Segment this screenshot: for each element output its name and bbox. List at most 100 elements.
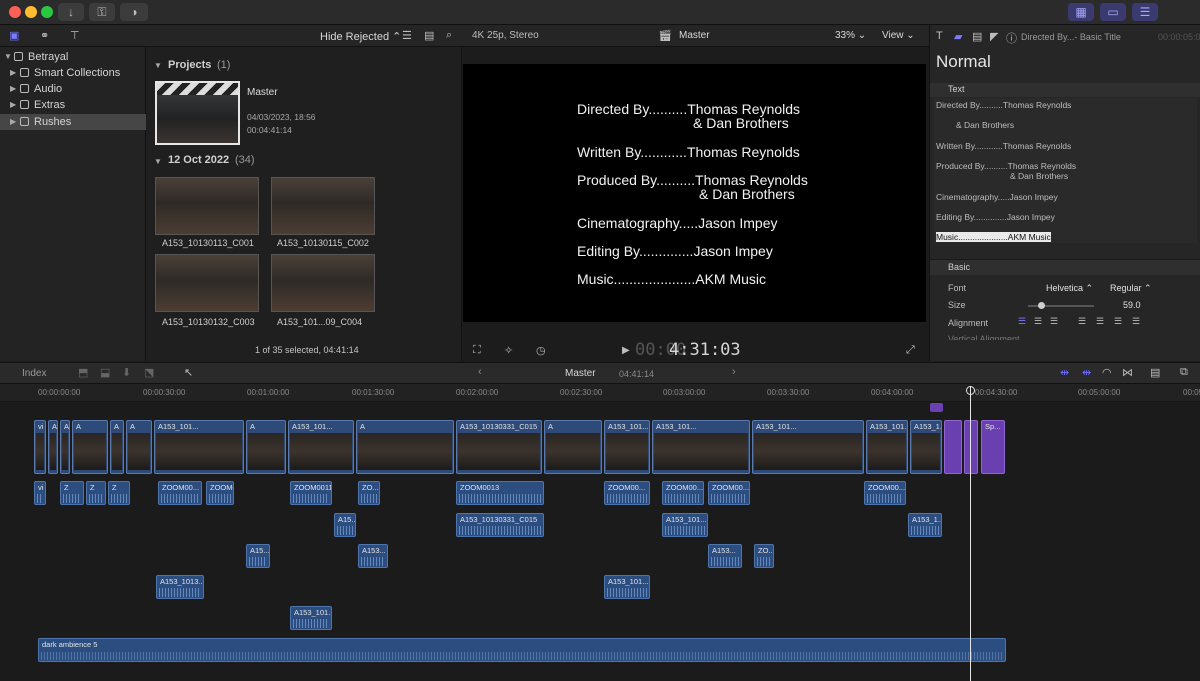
- audio-clip[interactable]: A15...: [334, 513, 356, 537]
- playhead[interactable]: [970, 386, 971, 681]
- background-tasks-button[interactable]: ◑: [120, 3, 148, 21]
- text-field[interactable]: Directed By..........Thomas Reynolds & D…: [934, 98, 1197, 243]
- audio-clip[interactable]: vi: [34, 481, 46, 505]
- zoom-popup[interactable]: 33% ⌄: [835, 30, 866, 41]
- audio-clip[interactable]: A153_10130331_C015: [456, 513, 544, 537]
- size-slider[interactable]: [1028, 302, 1094, 309]
- audio-clip[interactable]: ZOOM00...: [662, 481, 704, 505]
- disclosure-triangle-icon[interactable]: ▶: [10, 97, 16, 113]
- library-item-rushes[interactable]: ▶ Rushes: [0, 114, 146, 130]
- clip-thumbnail[interactable]: [271, 254, 375, 312]
- playhead-handle[interactable]: [966, 386, 975, 395]
- close-window-button[interactable]: [9, 6, 21, 18]
- clip-thumbnail[interactable]: [155, 177, 259, 235]
- video-clip[interactable]: A153_101...: [154, 420, 244, 474]
- music-clip[interactable]: dark ambience 5: [38, 638, 1006, 662]
- disclosure-triangle-icon[interactable]: ▼: [154, 61, 162, 70]
- select-tool-icon[interactable]: ↖: [184, 366, 193, 379]
- video-clip[interactable]: A153_10130331_C015: [456, 420, 542, 474]
- library-betrayal[interactable]: ▼ Betrayal: [0, 49, 146, 65]
- audio-clip[interactable]: A153...: [708, 544, 742, 568]
- audio-clip[interactable]: Z: [60, 481, 84, 505]
- photos-audio-icon[interactable]: ⚭: [40, 29, 49, 42]
- justify-left-icon[interactable]: ☰: [1078, 316, 1086, 327]
- solo-headphones-icon[interactable]: ◠: [1102, 366, 1112, 379]
- titles-generators-icon[interactable]: ⊤: [70, 29, 80, 42]
- preset-popup[interactable]: Normal: [936, 52, 991, 72]
- title-inspector-icon[interactable]: ▰: [954, 30, 962, 43]
- audio-skimming-icon[interactable]: ⇹: [1082, 366, 1091, 379]
- audio-clip[interactable]: ZOOM0011: [290, 481, 332, 505]
- filter-popup[interactable]: Hide Rejected ⌃: [320, 30, 401, 43]
- title-clip[interactable]: Sp...: [981, 420, 1005, 474]
- effects-browser-icon[interactable]: ⧉: [1180, 366, 1188, 379]
- audio-clip[interactable]: ZO...: [754, 544, 774, 568]
- video-clip[interactable]: A: [72, 420, 108, 474]
- clip-thumbnail[interactable]: [155, 254, 259, 312]
- inspector-toggle-button[interactable]: ☰: [1132, 3, 1158, 21]
- insert-clip-icon[interactable]: ⬓: [100, 366, 110, 379]
- audio-clip[interactable]: A15...: [246, 544, 270, 568]
- library-item-smart-collections[interactable]: ▶ Smart Collections: [0, 65, 146, 81]
- keywords-button[interactable]: ⚿: [89, 3, 115, 21]
- clip-thumbnail[interactable]: [271, 177, 375, 235]
- skimming-icon[interactable]: ⇹: [1060, 366, 1069, 379]
- clip-appearance-icon[interactable]: ▤: [1150, 366, 1160, 379]
- forward-icon[interactable]: ›: [732, 366, 736, 378]
- title-clip[interactable]: [964, 420, 978, 474]
- video-clip[interactable]: A: [126, 420, 152, 474]
- video-clip[interactable]: A153_101...: [752, 420, 864, 474]
- project-thumbnail[interactable]: [155, 81, 240, 145]
- title-clip[interactable]: [944, 420, 962, 474]
- timeline-toggle-button[interactable]: ▭: [1100, 3, 1126, 21]
- overwrite-clip-icon[interactable]: ⬔: [144, 366, 154, 379]
- disclosure-triangle-icon[interactable]: ▶: [10, 81, 16, 97]
- video-clip[interactable]: A: [60, 420, 70, 474]
- video-clip[interactable]: A: [356, 420, 454, 474]
- connect-clip-icon[interactable]: ⬒: [78, 366, 88, 379]
- slider-knob[interactable]: [1038, 302, 1045, 309]
- view-menu[interactable]: View ⌄: [882, 30, 915, 41]
- import-button[interactable]: ↓: [58, 3, 84, 21]
- index-button[interactable]: Index: [22, 368, 46, 379]
- disclosure-triangle-icon[interactable]: ▼: [4, 49, 12, 65]
- font-popup[interactable]: Helvetica ⌃: [1046, 283, 1093, 294]
- retime-icon[interactable]: ◷: [536, 344, 546, 357]
- align-right-icon[interactable]: ☰: [1050, 316, 1058, 327]
- video-inspector-icon[interactable]: ▤: [972, 30, 982, 43]
- disclosure-triangle-icon[interactable]: ▶: [10, 114, 16, 130]
- video-clip[interactable]: A: [110, 420, 124, 474]
- info-icon[interactable]: ⓘ: [1006, 30, 1017, 46]
- disclosure-triangle-icon[interactable]: ▼: [154, 157, 162, 166]
- justify-center-icon[interactable]: ☰: [1096, 316, 1104, 327]
- library-item-audio[interactable]: ▶ Audio: [0, 81, 146, 97]
- clip-appearance-icon[interactable]: ☰: [402, 29, 412, 42]
- audio-clip[interactable]: ZOOM00...: [604, 481, 650, 505]
- audio-clip[interactable]: A153...: [358, 544, 388, 568]
- zoom-window-button[interactable]: [41, 6, 53, 18]
- enhance-wand-icon[interactable]: ✧: [504, 344, 513, 357]
- audio-clip[interactable]: Z: [108, 481, 130, 505]
- video-clip[interactable]: A153_101...: [866, 420, 908, 474]
- justify-right-icon[interactable]: ☰: [1114, 316, 1122, 327]
- minimize-window-button[interactable]: [25, 6, 37, 18]
- audio-clip[interactable]: A153_1013...: [156, 575, 204, 599]
- audio-clip[interactable]: ZOOM00...: [864, 481, 906, 505]
- viewer-canvas[interactable]: Directed By..........Thomas Reynolds & D…: [463, 64, 926, 322]
- color-inspector-icon[interactable]: ◤: [990, 30, 998, 43]
- align-center-icon[interactable]: ☰: [1034, 316, 1042, 327]
- audio-clip[interactable]: ZOOM0013: [456, 481, 544, 505]
- audio-clip[interactable]: Z: [86, 481, 106, 505]
- search-icon[interactable]: ⌕: [446, 29, 452, 42]
- video-clip[interactable]: A153_1...: [910, 420, 942, 474]
- align-left-icon[interactable]: ☰: [1018, 316, 1026, 327]
- filmstrip-icon[interactable]: ▤: [424, 29, 434, 42]
- video-clip[interactable]: vi: [34, 420, 46, 474]
- browser-toggle-button[interactable]: ▦: [1068, 3, 1094, 21]
- video-clip[interactable]: A153_101...: [288, 420, 354, 474]
- audio-clip[interactable]: ZOOM00...: [708, 481, 750, 505]
- back-icon[interactable]: ‹: [478, 366, 482, 378]
- audio-clip[interactable]: A153_101...: [662, 513, 708, 537]
- video-clip[interactable]: A153_101...: [652, 420, 750, 474]
- audio-clip[interactable]: ZOOM00...: [206, 481, 234, 505]
